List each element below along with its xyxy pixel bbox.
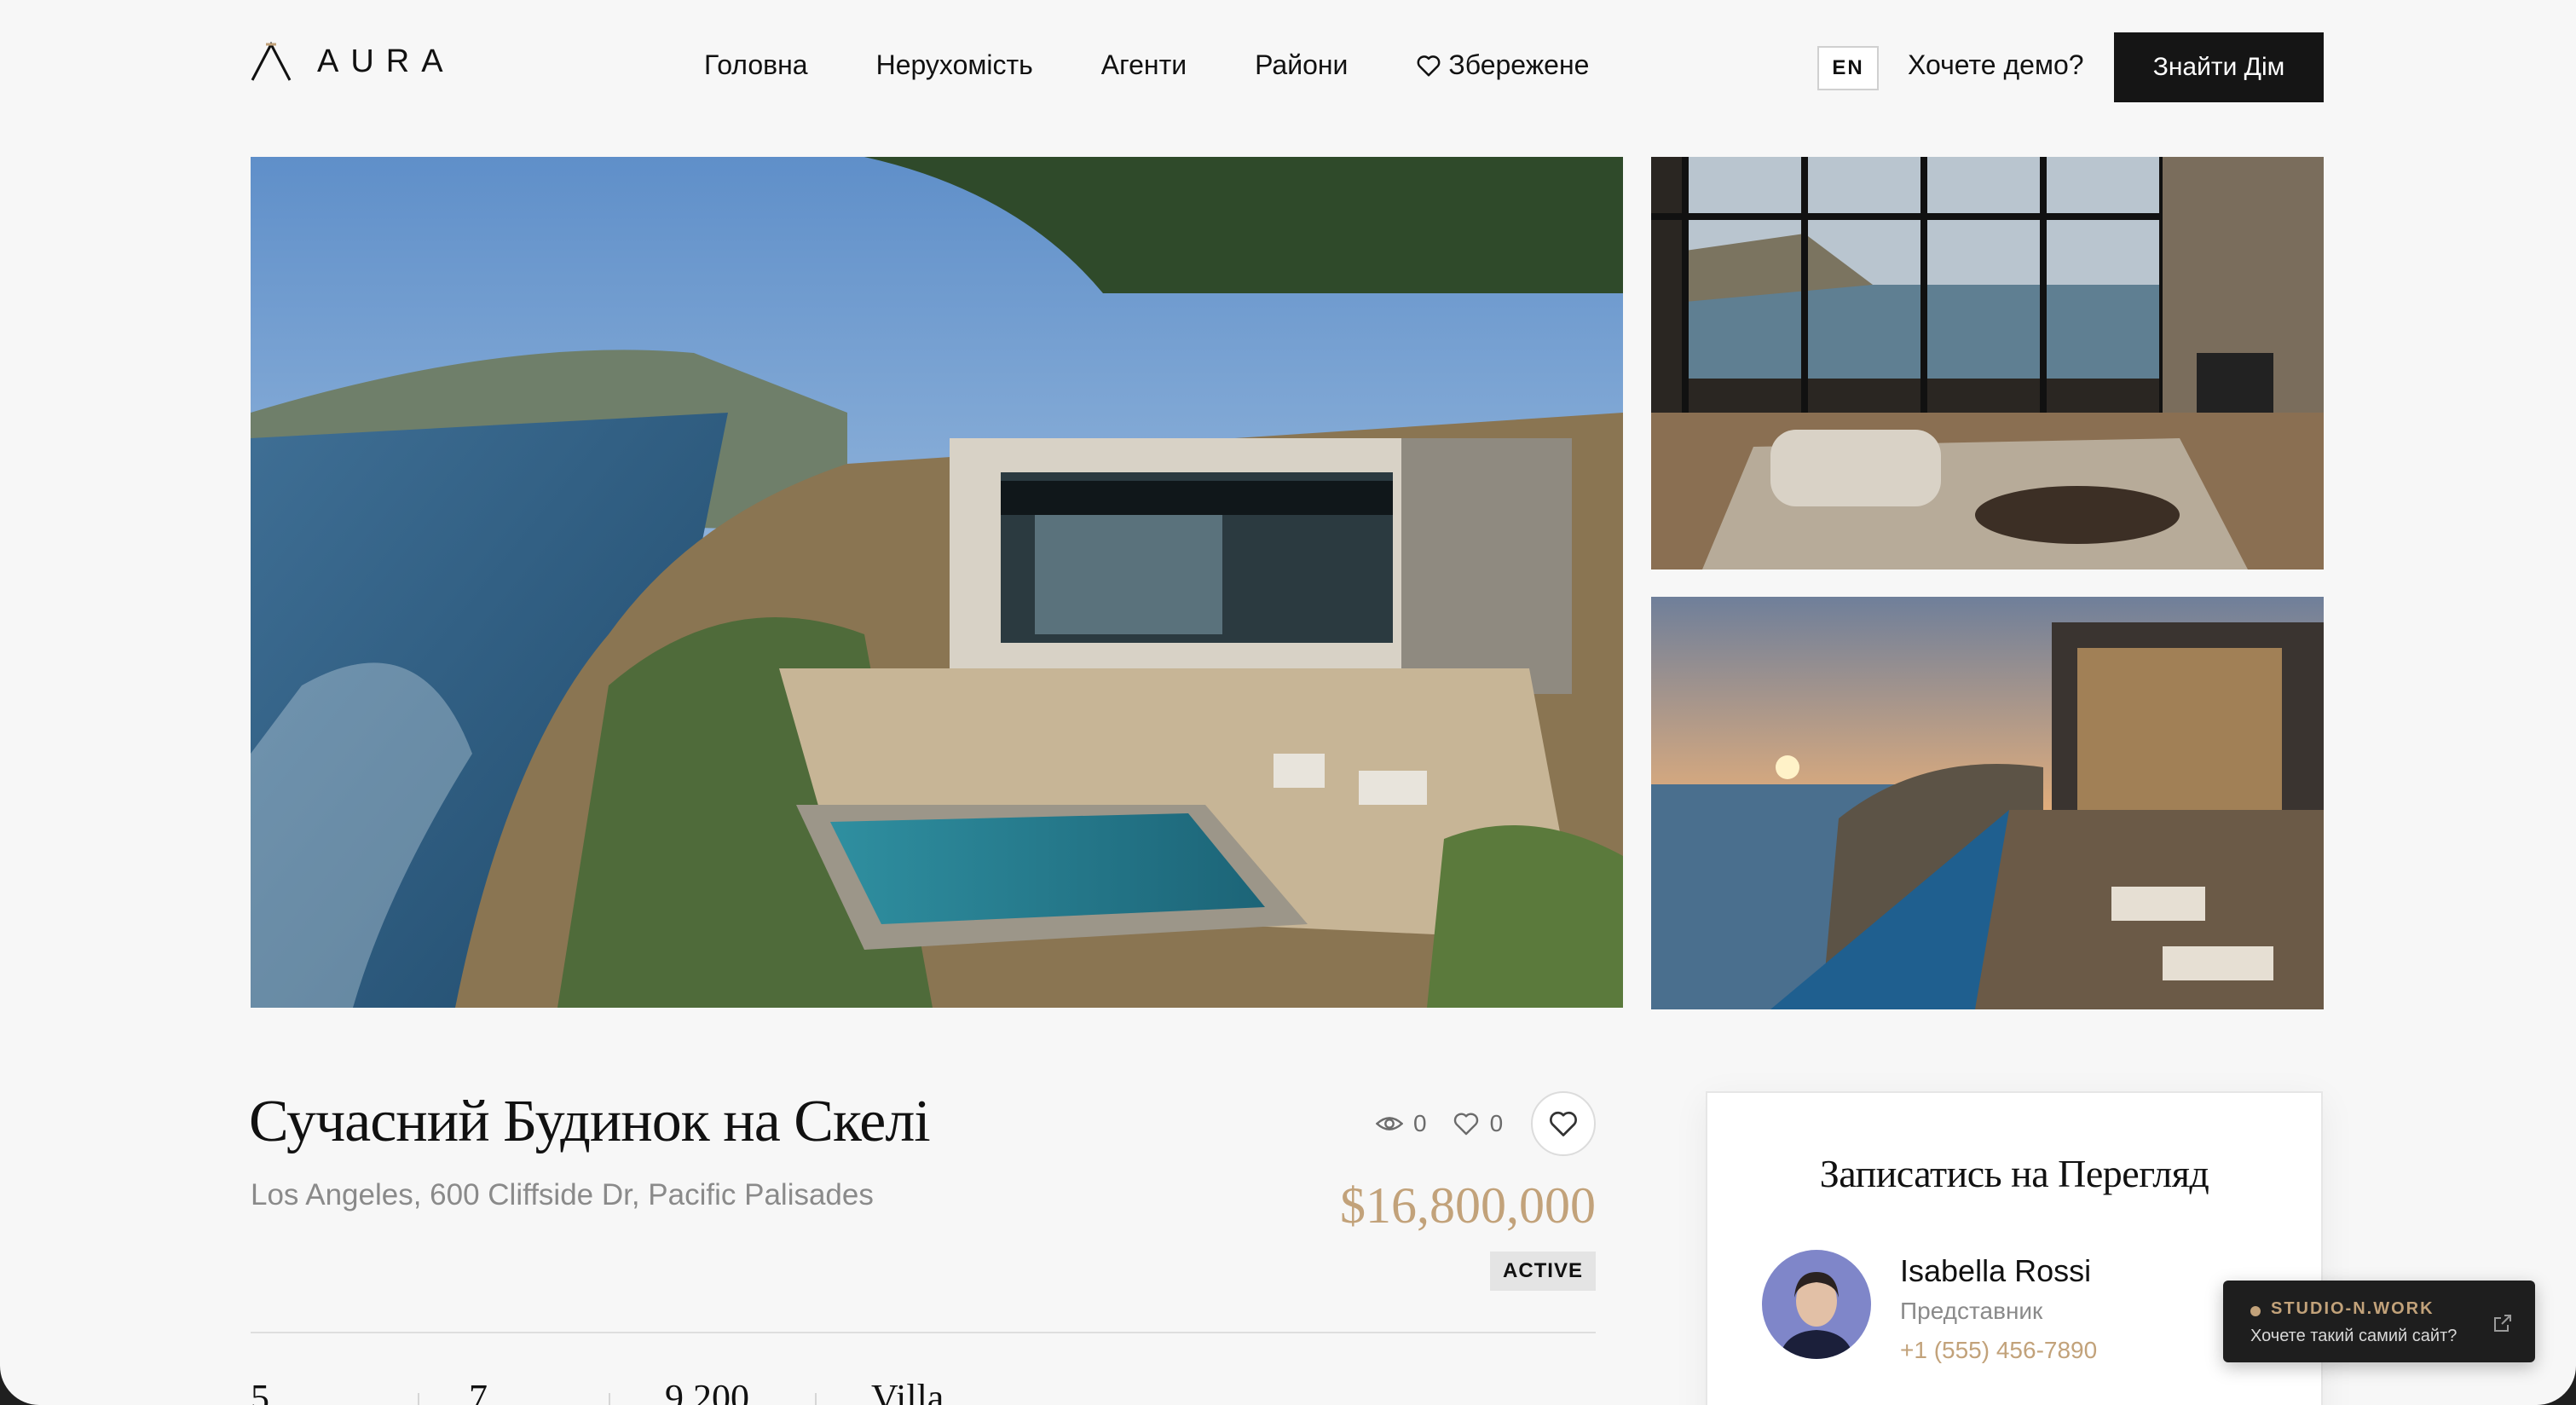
gallery-photo-interior[interactable] — [1651, 157, 2324, 570]
villa-photo — [251, 157, 1623, 1008]
eye-icon — [1376, 1117, 1403, 1130]
agent-role: Представник — [1900, 1298, 2043, 1324]
likes-count: 0 — [1489, 1110, 1504, 1136]
brand-name: AURA — [317, 43, 455, 79]
interior-photo — [1651, 157, 2324, 570]
nav-item-label: Райони — [1255, 49, 1349, 80]
main-nav: Головна Нерухомість Агенти Райони Збереж… — [704, 49, 1589, 81]
listing-address: Los Angeles, 600 Cliffside Dr, Pacific P… — [251, 1178, 874, 1211]
listing-facts: 5 7 9,200 Villa — [251, 1376, 944, 1405]
promo-text: Хочете такий самий сайт? — [2250, 1327, 2458, 1345]
fact-type: Villa — [871, 1377, 944, 1405]
nav-item-districts[interactable]: Райони — [1255, 49, 1348, 81]
nav-item-label: Нерухомість — [875, 49, 1033, 80]
nav-item-home[interactable]: Головна — [704, 49, 808, 81]
gallery-main-photo[interactable] — [251, 157, 1623, 1008]
agent-name: Isabella Rossi — [1900, 1253, 2092, 1288]
external-link-icon — [2494, 1315, 2511, 1332]
demo-link[interactable]: Хочете демо? — [1908, 49, 2084, 81]
logo[interactable]: AURA — [249, 41, 455, 82]
nav-item-label: Агенти — [1100, 49, 1187, 80]
nav-item-agents[interactable]: Агенти — [1101, 49, 1187, 81]
agent-photo — [1762, 1250, 1871, 1359]
heart-icon — [1417, 55, 1441, 76]
nav-item-label: Головна — [704, 49, 808, 80]
nav-item-properties[interactable]: Нерухомість — [876, 49, 1033, 81]
agent-phone-link[interactable]: +1 (555) 456-7890 — [1900, 1337, 2097, 1364]
find-home-button[interactable]: Знайти Дім — [2114, 32, 2324, 102]
nav-item-label: Збережене — [1448, 49, 1590, 80]
heart-icon — [1453, 1113, 1478, 1136]
status-badge: ACTIVE — [1490, 1252, 1596, 1291]
gallery-photo-pool[interactable] — [1651, 597, 2324, 1009]
listing-stats: 0 0 — [1376, 1110, 1528, 1137]
avatar[interactable] — [1762, 1250, 1871, 1359]
promo-brand: STUDIO-N.WORK — [2271, 1299, 2434, 1318]
fact-bathrooms: 7 — [469, 1377, 488, 1405]
studio-promo-badge[interactable]: STUDIO-N.WORK Хочете такий самий сайт? — [2223, 1281, 2535, 1362]
booking-title: Записатись на Перегляд — [1819, 1152, 2209, 1195]
listing-price: $16,800,000 — [1340, 1177, 1596, 1234]
aura-logo-icon — [251, 41, 292, 81]
divider — [251, 1332, 1596, 1333]
fact-bedrooms: 5 — [251, 1377, 269, 1405]
listing-title: Сучасний Будинок на Скелі — [249, 1089, 931, 1154]
status-dot — [2250, 1306, 2261, 1316]
language-switch-button[interactable]: EN — [1817, 46, 1879, 90]
views-count: 0 — [1413, 1110, 1427, 1136]
pool-photo — [1651, 597, 2324, 1009]
save-listing-button[interactable] — [1531, 1091, 1596, 1156]
fact-area: 9,200 — [665, 1377, 749, 1405]
views-counter: 0 — [1376, 1110, 1427, 1137]
likes-counter: 0 — [1453, 1110, 1504, 1137]
heart-icon — [1550, 1111, 1577, 1136]
page: AURA Головна Нерухомість Агенти Райони З… — [0, 0, 2576, 1405]
site-header: AURA Головна Нерухомість Агенти Райони З… — [0, 0, 2576, 136]
nav-item-saved[interactable]: Збережене — [1416, 49, 1589, 81]
